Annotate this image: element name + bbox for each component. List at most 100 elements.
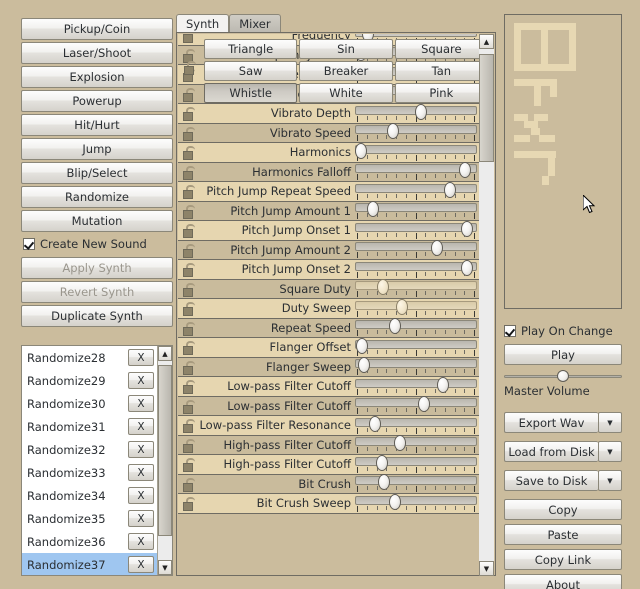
parameter-slider[interactable] xyxy=(355,240,477,259)
list-item[interactable]: Randomize33 X xyxy=(22,461,157,484)
parameter-slider[interactable] xyxy=(355,220,477,239)
slider-thumb[interactable] xyxy=(357,357,370,374)
parameter-lock-icon[interactable] xyxy=(178,380,198,395)
slider-thumb[interactable] xyxy=(414,103,427,120)
waveform-pink-button[interactable]: Pink xyxy=(394,83,488,103)
parameter-slider[interactable] xyxy=(355,123,477,142)
parameter-scroll-thumb[interactable] xyxy=(479,54,494,162)
randomize-button[interactable]: Randomize xyxy=(21,186,173,208)
save-to-disk-button[interactable]: Save to Disk xyxy=(504,470,598,491)
waveform-saw-button[interactable]: Saw xyxy=(204,61,298,81)
parameter-lock-icon[interactable] xyxy=(178,126,198,141)
parameter-slider[interactable] xyxy=(355,493,477,512)
slider-thumb[interactable] xyxy=(444,181,457,198)
parameter-lock-icon[interactable] xyxy=(178,497,198,512)
parameter-lock-icon[interactable] xyxy=(178,282,198,297)
pickup-coin-button[interactable]: Pickup/Coin xyxy=(21,18,173,40)
apply-synth-button[interactable]: Apply Synth xyxy=(21,257,173,279)
parameter-slider[interactable] xyxy=(355,279,477,298)
export-wav-button[interactable]: Export Wav xyxy=(504,412,598,433)
parameter-slider[interactable] xyxy=(355,415,477,434)
create-new-sound-checkbox-row[interactable]: Create New Sound xyxy=(23,234,173,254)
parameter-slider[interactable] xyxy=(355,337,477,356)
parameter-scroll-track[interactable] xyxy=(479,49,494,561)
parameter-slider[interactable] xyxy=(355,103,477,122)
waveform-sin-button[interactable]: Sin xyxy=(299,39,393,59)
parameter-lock-icon[interactable] xyxy=(178,399,198,414)
load-from-disk-dropdown-icon[interactable]: ▼ xyxy=(598,441,622,462)
parameter-lock-icon[interactable] xyxy=(178,107,198,122)
parameter-lock-icon[interactable] xyxy=(178,438,198,453)
list-item[interactable]: Randomize31 X xyxy=(22,415,157,438)
copy-link-button[interactable]: Copy Link xyxy=(504,549,622,570)
duplicate-synth-button[interactable]: Duplicate Synth xyxy=(21,305,173,327)
waveform-tan-button[interactable]: Tan xyxy=(394,61,488,81)
parameter-lock-icon[interactable] xyxy=(178,185,198,200)
save-to-disk-dropdown-icon[interactable]: ▼ xyxy=(598,470,622,491)
waveform-white-button[interactable]: White xyxy=(299,83,393,103)
parameter-slider[interactable] xyxy=(355,396,477,415)
waveform-whistle-button[interactable]: Whistle xyxy=(204,83,298,103)
delete-sound-button[interactable]: X xyxy=(128,395,154,412)
list-item[interactable]: Randomize35 X xyxy=(22,507,157,530)
list-item[interactable]: Randomize29 X xyxy=(22,369,157,392)
parameter-slider[interactable] xyxy=(355,318,477,337)
waveform-lock-icon[interactable] xyxy=(184,61,196,75)
parameter-slider[interactable] xyxy=(355,357,477,376)
revert-synth-button[interactable]: Revert Synth xyxy=(21,281,173,303)
slider-thumb[interactable] xyxy=(366,201,379,218)
parameter-lock-icon[interactable] xyxy=(178,224,198,239)
parameter-slider[interactable] xyxy=(355,454,477,473)
list-item[interactable]: Randomize30 X xyxy=(22,392,157,415)
sound-list-scroll-up-icon[interactable]: ▲ xyxy=(158,346,172,361)
parameter-slider[interactable] xyxy=(355,259,477,278)
parameter-slider[interactable] xyxy=(355,162,477,181)
sound-list-scroll-track[interactable] xyxy=(158,361,172,560)
powerup-button[interactable]: Powerup xyxy=(21,90,173,112)
play-button[interactable]: Play xyxy=(504,344,622,365)
waveform-breaker-button[interactable]: Breaker xyxy=(299,61,393,81)
parameter-lock-icon[interactable] xyxy=(178,48,198,63)
explosion-button[interactable]: Explosion xyxy=(21,66,173,88)
sound-list-scroll-down-icon[interactable]: ▼ xyxy=(158,560,172,575)
mutation-button[interactable]: Mutation xyxy=(21,210,173,232)
parameter-slider[interactable] xyxy=(355,298,477,317)
play-on-change-row[interactable]: Play On Change xyxy=(504,321,622,341)
slider-thumb[interactable] xyxy=(368,415,381,432)
delete-sound-button[interactable]: X xyxy=(128,510,154,527)
paste-button[interactable]: Paste xyxy=(504,524,622,545)
blip-select-button[interactable]: Blip/Select xyxy=(21,162,173,184)
jump-button[interactable]: Jump xyxy=(21,138,173,160)
parameter-lock-icon[interactable] xyxy=(178,243,198,258)
parameter-lock-icon[interactable] xyxy=(178,341,198,356)
parameter-lock-icon[interactable] xyxy=(178,34,198,44)
hit-hurt-button[interactable]: Hit/Hurt xyxy=(21,114,173,136)
list-item[interactable]: Randomize32 X xyxy=(22,438,157,461)
parameter-scrollbar[interactable]: ▲ ▼ xyxy=(479,34,494,576)
parameter-slider[interactable] xyxy=(355,376,477,395)
sound-list-scroll-thumb[interactable] xyxy=(158,364,172,537)
parameter-lock-icon[interactable] xyxy=(178,165,198,180)
delete-sound-button[interactable]: X xyxy=(128,533,154,550)
waveform-triangle-button[interactable]: Triangle xyxy=(204,39,298,59)
slider-thumb[interactable] xyxy=(430,240,443,257)
parameter-scroll-up-icon[interactable]: ▲ xyxy=(479,34,494,49)
master-volume-slider[interactable] xyxy=(504,369,622,383)
parameter-lock-icon[interactable] xyxy=(178,458,198,473)
about-button[interactable]: About xyxy=(504,574,622,589)
parameter-slider[interactable] xyxy=(355,181,477,200)
parameter-lock-icon[interactable] xyxy=(178,419,198,434)
export-wav-dropdown-icon[interactable]: ▼ xyxy=(598,412,622,433)
delete-sound-button[interactable]: X xyxy=(128,372,154,389)
slider-thumb[interactable] xyxy=(375,454,388,471)
list-item[interactable]: Randomize28 X xyxy=(22,346,157,369)
play-on-change-checkbox[interactable] xyxy=(504,325,516,337)
parameter-scroll-down-icon[interactable]: ▼ xyxy=(479,561,494,576)
delete-sound-button[interactable]: X xyxy=(128,464,154,481)
parameter-lock-icon[interactable] xyxy=(178,360,198,375)
tab-mixer[interactable]: Mixer xyxy=(229,14,281,33)
list-item[interactable]: Randomize34 X xyxy=(22,484,157,507)
list-item[interactable]: Randomize37 X xyxy=(22,553,157,575)
load-from-disk-button[interactable]: Load from Disk xyxy=(504,441,598,462)
master-volume-thumb[interactable] xyxy=(557,370,569,382)
